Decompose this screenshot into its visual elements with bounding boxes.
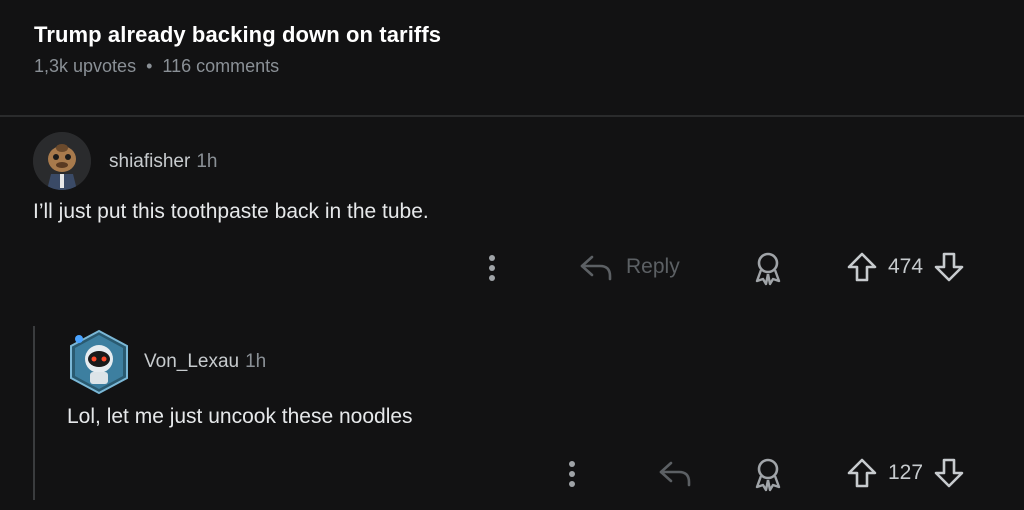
comment-author-line: Von_Lexau 1h bbox=[144, 351, 266, 373]
more-vertical-icon bbox=[569, 461, 575, 487]
comment-body: Lol, let me just uncook these noodles bbox=[67, 405, 413, 428]
vote-controls: 127 bbox=[846, 457, 965, 489]
comment-2: Von_Lexau 1h Lol, let me just uncook thes… bbox=[0, 0, 1024, 510]
vote-count: 127 bbox=[888, 461, 924, 484]
comment-author[interactable]: Von_Lexau bbox=[144, 351, 239, 372]
upvote-icon[interactable] bbox=[846, 457, 878, 489]
comment-time: 1h bbox=[245, 351, 267, 372]
robot-avatar-icon bbox=[70, 329, 128, 395]
award-button[interactable] bbox=[752, 456, 784, 492]
award-icon bbox=[755, 458, 781, 492]
reply-icon bbox=[659, 461, 691, 487]
more-options-button[interactable] bbox=[562, 460, 582, 488]
downvote-icon[interactable] bbox=[933, 457, 965, 489]
reply-button[interactable] bbox=[657, 458, 693, 488]
avatar[interactable] bbox=[67, 329, 128, 395]
